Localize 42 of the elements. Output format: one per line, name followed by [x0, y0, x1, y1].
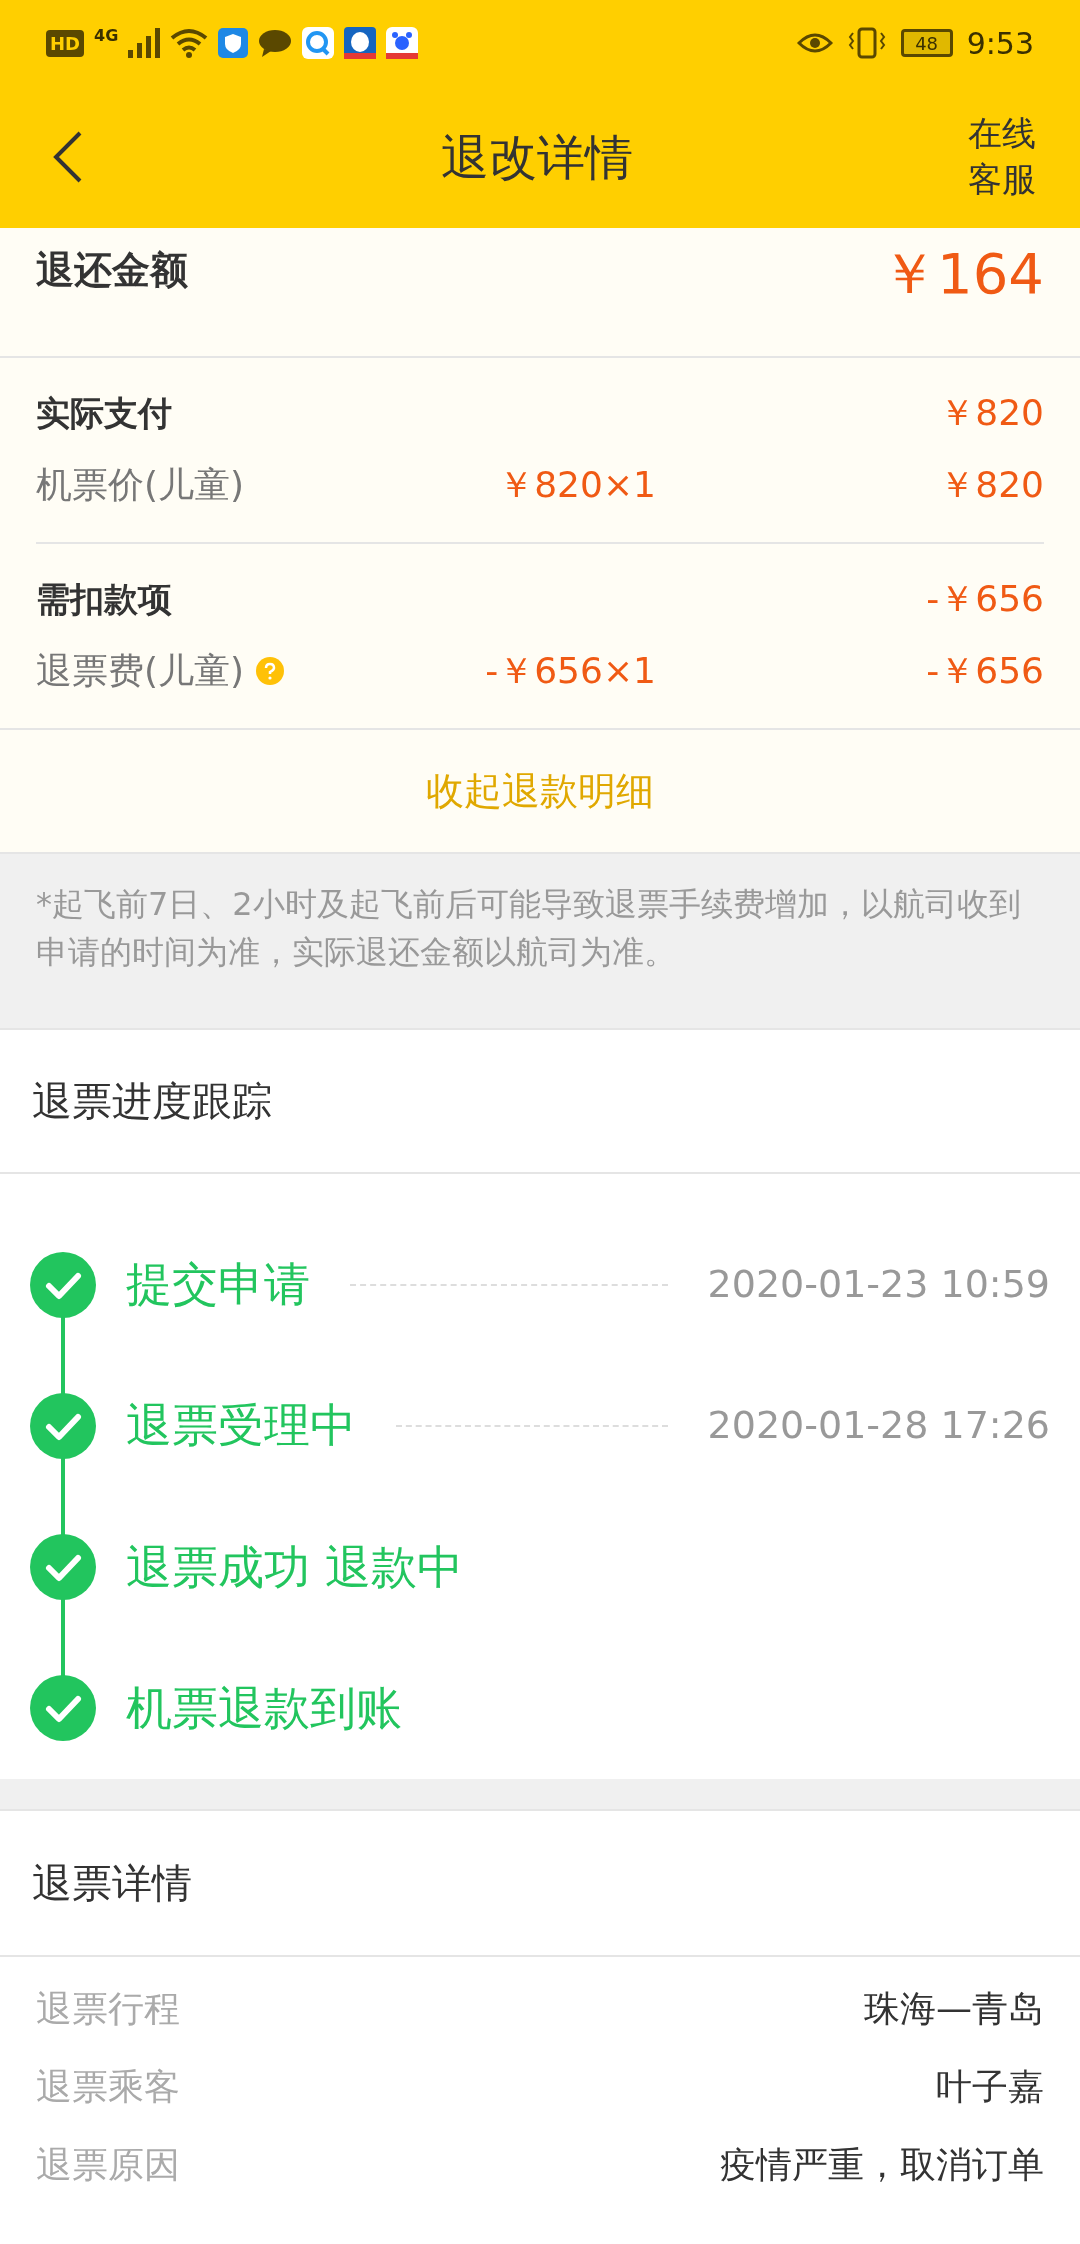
clock: 9:53	[966, 24, 1034, 63]
seal-app-icon	[344, 27, 377, 59]
fee-label: 机票价(儿童)	[36, 463, 245, 507]
detail-label: 退票乘客	[36, 2065, 180, 2109]
unit-price: ￥820×1	[497, 463, 656, 507]
step-time: 2020-01-23 10:59	[707, 1261, 1050, 1309]
chat-bubble-icon	[258, 29, 293, 57]
detail-label: 退票原因	[36, 2143, 180, 2187]
eye-icon	[796, 31, 833, 55]
section-title: 实际支付	[36, 391, 172, 435]
section-title: 需扣款项	[36, 577, 172, 621]
detail-value: 珠海—青岛	[864, 1987, 1044, 2031]
online-service-button[interactable]: 在线客服	[964, 111, 1040, 203]
step-time: 2020-01-28 17:26	[707, 1402, 1050, 1450]
paw-app-icon	[386, 27, 419, 59]
progress-step: 机票退款到账	[126, 1673, 402, 1743]
refund-notice: *起飞前7日、2小时及起飞前后可能导致退票手续费增加，以航司收到申请的时间为准，实际退还金额以航司为准。	[36, 884, 1022, 973]
detail-value: 疫情严重，取消订单	[720, 2143, 1044, 2187]
section-total: -￥656	[926, 577, 1044, 621]
fee-amount: ￥820	[938, 463, 1044, 507]
browser-app-icon	[302, 27, 335, 59]
page-title: 退改详情	[441, 129, 633, 185]
vibrate-icon	[846, 27, 887, 59]
wifi-icon	[170, 28, 209, 58]
hd-indicator: HD	[46, 29, 84, 57]
refund-amount: ￥164	[881, 246, 1044, 306]
refund-amount-label: 退还金额	[36, 247, 188, 292]
detail-label: 退票行程	[36, 1987, 180, 2031]
progress-step: 提交申请	[126, 1250, 310, 1320]
battery-indicator: 48	[900, 29, 953, 57]
progress-step: 退票成功 退款中	[126, 1532, 463, 1602]
progress-step: 退票受理中	[126, 1391, 356, 1461]
unit-price: -￥656×1	[484, 649, 656, 693]
section-total: ￥820	[939, 391, 1044, 435]
shield-app-icon	[218, 28, 249, 58]
detail-value: 叶子嘉	[936, 2065, 1044, 2109]
signal-icon	[128, 28, 161, 58]
fee-label: 退票费(儿童)	[36, 649, 245, 693]
fee-amount: -￥656	[925, 649, 1044, 693]
network-type: 4G	[94, 25, 119, 47]
section-heading: 退票进度跟踪	[32, 1077, 272, 1126]
section-heading: 退票详情	[32, 1859, 192, 1908]
